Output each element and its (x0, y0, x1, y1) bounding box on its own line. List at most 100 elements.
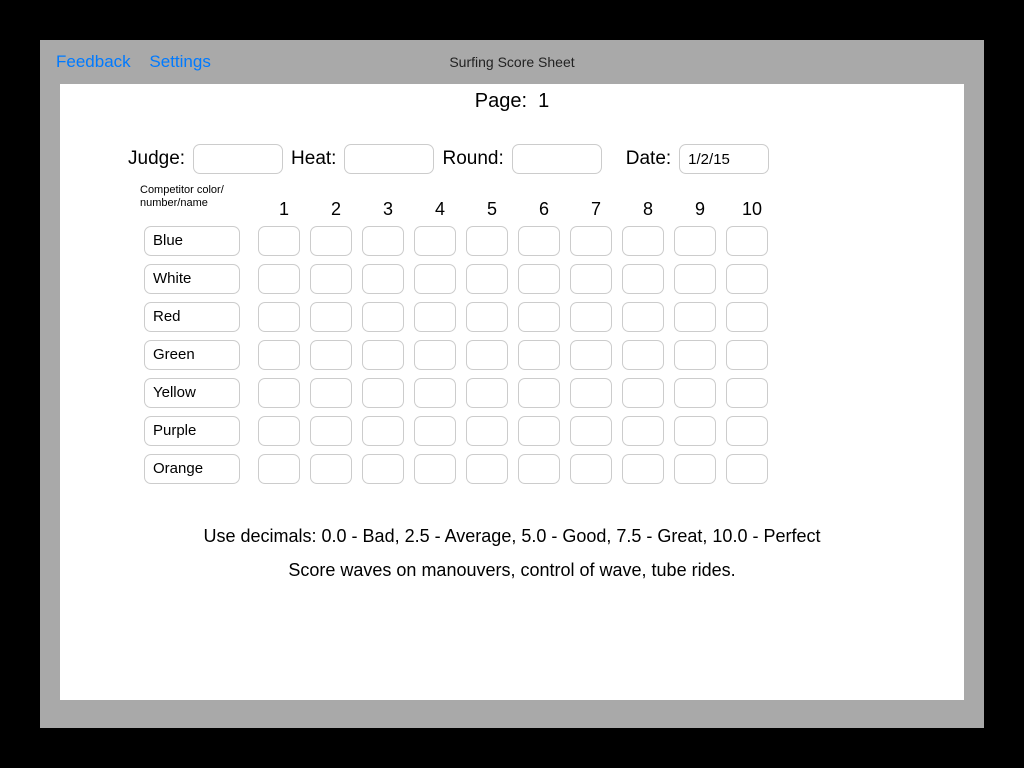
feedback-link[interactable]: Feedback (56, 52, 131, 71)
score-grid: 12345678910 BlueWhiteRedGreenYellowPurpl… (144, 199, 778, 492)
score-row: Red (144, 302, 778, 332)
competitor-label[interactable]: Orange (144, 454, 240, 484)
heat-label: Heat: (291, 148, 336, 170)
score-input[interactable] (362, 378, 404, 408)
score-input[interactable] (466, 454, 508, 484)
score-input[interactable] (674, 302, 716, 332)
score-input[interactable] (258, 264, 300, 294)
score-input[interactable] (726, 378, 768, 408)
score-input[interactable] (310, 378, 352, 408)
judge-input[interactable] (193, 144, 283, 174)
score-input[interactable] (518, 302, 560, 332)
date-label: Date: (626, 148, 671, 170)
score-input[interactable] (726, 340, 768, 370)
score-input[interactable] (414, 340, 456, 370)
score-input[interactable] (258, 302, 300, 332)
round-input[interactable] (512, 144, 602, 174)
page-number: 1 (538, 90, 549, 112)
column-header-6: 6 (518, 199, 570, 220)
score-input[interactable] (310, 264, 352, 294)
score-input[interactable] (674, 416, 716, 446)
score-input[interactable] (310, 340, 352, 370)
score-input[interactable] (674, 226, 716, 256)
score-input[interactable] (362, 454, 404, 484)
score-input[interactable] (258, 340, 300, 370)
help-text-criteria: Score waves on manouvers, control of wav… (60, 560, 964, 581)
score-input[interactable] (726, 264, 768, 294)
score-input[interactable] (674, 340, 716, 370)
score-input[interactable] (414, 264, 456, 294)
score-input[interactable] (362, 264, 404, 294)
score-input[interactable] (726, 454, 768, 484)
score-input[interactable] (414, 416, 456, 446)
column-header-2: 2 (310, 199, 362, 220)
score-input[interactable] (518, 340, 560, 370)
score-input[interactable] (622, 340, 664, 370)
score-input[interactable] (414, 378, 456, 408)
score-input[interactable] (726, 302, 768, 332)
score-input[interactable] (258, 226, 300, 256)
competitor-label[interactable]: White (144, 264, 240, 294)
score-input[interactable] (362, 302, 404, 332)
score-input[interactable] (622, 416, 664, 446)
settings-link[interactable]: Settings (149, 52, 210, 71)
score-input[interactable] (362, 226, 404, 256)
score-input[interactable] (466, 226, 508, 256)
score-input[interactable] (570, 226, 612, 256)
score-input[interactable] (466, 302, 508, 332)
score-input[interactable] (570, 416, 612, 446)
column-header-5: 5 (466, 199, 518, 220)
competitor-label[interactable]: Purple (144, 416, 240, 446)
score-input[interactable] (570, 340, 612, 370)
score-input[interactable] (622, 454, 664, 484)
competitor-label[interactable]: Red (144, 302, 240, 332)
score-input[interactable] (414, 226, 456, 256)
score-input[interactable] (518, 454, 560, 484)
score-input[interactable] (726, 226, 768, 256)
page-label: Page: (475, 90, 527, 112)
score-input[interactable] (570, 264, 612, 294)
score-input[interactable] (570, 454, 612, 484)
score-input[interactable] (726, 416, 768, 446)
score-input[interactable] (414, 454, 456, 484)
nav-bar: Feedback Settings Surfing Score Sheet (40, 40, 984, 84)
column-header-9: 9 (674, 199, 726, 220)
score-input[interactable] (674, 454, 716, 484)
score-input[interactable] (310, 302, 352, 332)
help-text-scale: Use decimals: 0.0 - Bad, 2.5 - Average, … (60, 526, 964, 547)
score-input[interactable] (622, 264, 664, 294)
score-input[interactable] (518, 416, 560, 446)
score-input[interactable] (674, 264, 716, 294)
heat-input[interactable] (344, 144, 434, 174)
score-input[interactable] (674, 378, 716, 408)
score-input[interactable] (414, 302, 456, 332)
score-input[interactable] (362, 340, 404, 370)
competitor-label[interactable]: Green (144, 340, 240, 370)
score-input[interactable] (258, 454, 300, 484)
date-input[interactable] (679, 144, 769, 174)
score-input[interactable] (570, 302, 612, 332)
score-input[interactable] (310, 416, 352, 446)
score-input[interactable] (310, 454, 352, 484)
score-row: Yellow (144, 378, 778, 408)
score-input[interactable] (258, 416, 300, 446)
score-input[interactable] (466, 416, 508, 446)
score-input[interactable] (622, 226, 664, 256)
score-input[interactable] (466, 340, 508, 370)
score-input[interactable] (570, 378, 612, 408)
score-input[interactable] (518, 378, 560, 408)
competitor-label[interactable]: Yellow (144, 378, 240, 408)
score-input[interactable] (518, 264, 560, 294)
score-input[interactable] (518, 226, 560, 256)
app-chrome: Feedback Settings Surfing Score Sheet Pa… (40, 40, 984, 728)
score-input[interactable] (258, 378, 300, 408)
score-input[interactable] (362, 416, 404, 446)
score-input[interactable] (622, 302, 664, 332)
competitor-label[interactable]: Blue (144, 226, 240, 256)
score-input[interactable] (466, 264, 508, 294)
score-input[interactable] (622, 378, 664, 408)
meta-row: Judge: Heat: Round: Date: (128, 144, 769, 174)
column-header-1: 1 (258, 199, 310, 220)
score-input[interactable] (310, 226, 352, 256)
score-input[interactable] (466, 378, 508, 408)
